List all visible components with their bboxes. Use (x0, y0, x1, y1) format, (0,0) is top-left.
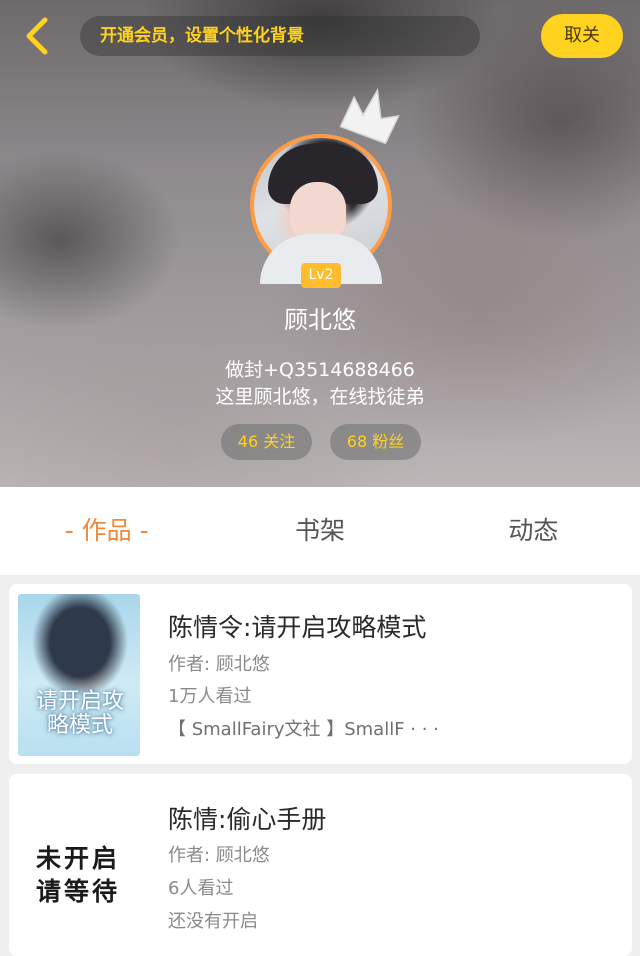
book-cover-title: 请开启攻略模式 (35, 689, 124, 738)
tab-works[interactable]: - 作品 - (0, 487, 213, 575)
profile-tabs: - 作品 - 书架 动态 (0, 487, 640, 575)
fans-count-button[interactable]: 68 粉丝 (330, 424, 421, 460)
bio-line-2: 这里顾北悠，在线找徒弟 (215, 386, 425, 408)
book-status: 还没有开启 (168, 911, 258, 932)
tab-activity[interactable]: 动态 (427, 487, 640, 575)
chevron-left-icon (26, 17, 48, 55)
book-author: 作者: 顾北悠 (168, 654, 270, 675)
tab-works-label: 作品 (81, 516, 132, 545)
book-views: 1万人看过 (168, 686, 252, 707)
tab-bookshelf[interactable]: 书架 (213, 487, 426, 575)
avatar-image (250, 134, 392, 284)
profile-header: 开通会员，设置个性化背景 取关 Lv2 顾北悠 做封+Q3514688466 这… (0, 0, 640, 487)
book-author: 作者: 顾北悠 (168, 845, 270, 866)
back-button[interactable] (14, 14, 58, 58)
tab-indicator-left: - (64, 516, 82, 545)
bio-line-1: 做封+Q3514688466 (225, 359, 415, 381)
book-card[interactable]: 未开启 请等待 陈情:偷心手册 作者: 顾北悠 6人看过 还没有开启 (9, 774, 632, 956)
avatar[interactable] (250, 134, 392, 284)
vip-banner[interactable]: 开通会员，设置个性化背景 (80, 16, 480, 56)
tab-indicator-right: - (131, 516, 149, 545)
book-cover-placeholder: 未开启 请等待 (18, 784, 140, 946)
level-badge: Lv2 (301, 263, 341, 288)
book-cover: 请开启攻略模式 (18, 594, 140, 756)
unfollow-button[interactable]: 取关 (541, 14, 623, 58)
book-title: 陈情:偷心手册 (168, 805, 327, 834)
follow-count-button[interactable]: 46 关注 (221, 424, 312, 460)
tab-activity-label: 动态 (508, 516, 559, 545)
book-cover-placeholder-text: 未开启 请等待 (36, 842, 136, 908)
book-tags: 【 SmallFairy文社 】SmallF · · · (168, 719, 439, 740)
book-card[interactable]: 请开启攻略模式 陈情令:请开启攻略模式 作者: 顾北悠 1万人看过 【 Smal… (9, 584, 632, 764)
book-views: 6人看过 (168, 878, 234, 899)
username: 顾北悠 (284, 306, 356, 334)
cover-placeholder-line-2: 请等待 (36, 877, 121, 906)
book-title: 陈情令:请开启攻略模式 (168, 613, 427, 642)
cover-placeholder-line-1: 未开启 (36, 844, 121, 873)
tab-bookshelf-label: 书架 (294, 516, 345, 545)
